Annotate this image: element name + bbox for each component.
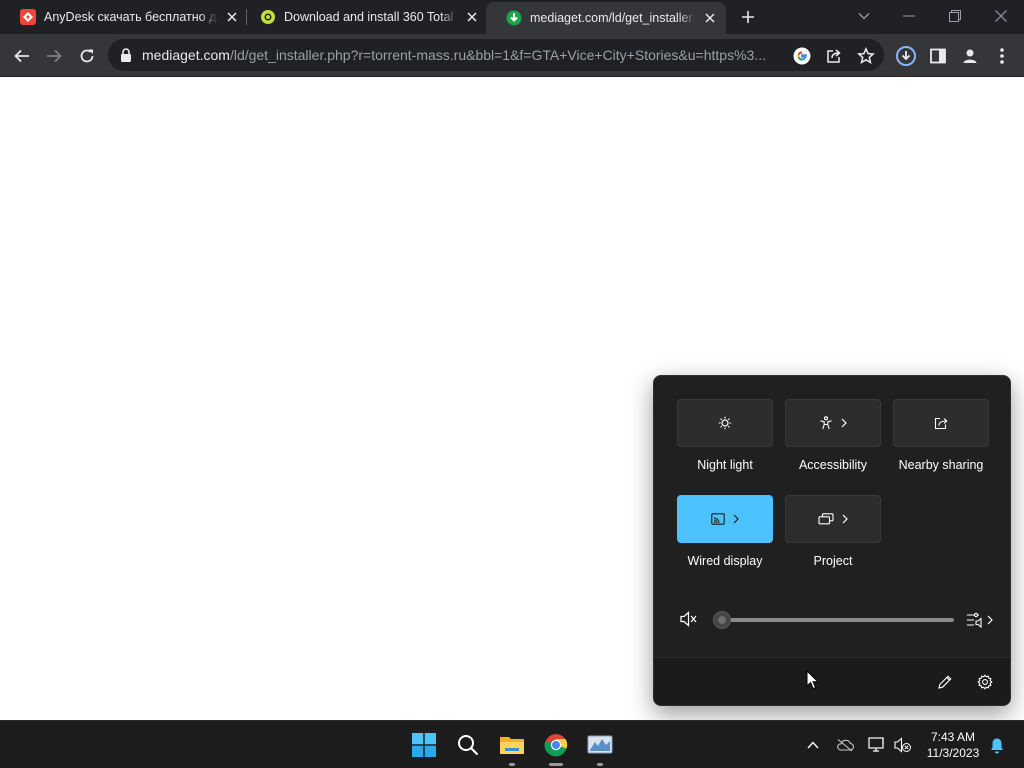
lock-icon[interactable] xyxy=(120,48,132,62)
quick-settings-footer xyxy=(654,657,1010,705)
wired-display-label: Wired display xyxy=(687,554,763,568)
reload-icon xyxy=(80,49,94,63)
profile-icon xyxy=(963,49,977,63)
mouse-cursor-icon xyxy=(806,670,819,690)
chevron-right-icon[interactable] xyxy=(841,418,847,428)
night-light-label: Night light xyxy=(697,458,753,472)
browser-toolbar: mediaget.com/ld/get_installer.php?r=torr… xyxy=(0,34,1024,77)
google-lens-icon[interactable] xyxy=(792,46,812,66)
new-tab-button[interactable] xyxy=(738,7,758,27)
url-path: /ld/get_installer.php?r=torrent-mass.ru&… xyxy=(229,47,766,63)
file-explorer-button[interactable] xyxy=(496,729,528,766)
forward-icon xyxy=(47,49,62,63)
resource-monitor-icon xyxy=(587,735,613,754)
tab-title: AnyDesk скачать бесплатно для xyxy=(44,10,218,24)
close-window-button[interactable] xyxy=(989,5,1013,27)
tab-mediaget[interactable]: mediaget.com/ld/get_installer.ph xyxy=(486,2,726,34)
minimize-button[interactable] xyxy=(897,5,921,27)
mediaget-logo-icon xyxy=(506,10,522,26)
chevron-right-icon[interactable] xyxy=(987,615,993,625)
clock-date: 11/3/2023 xyxy=(926,746,980,760)
project-toggle[interactable] xyxy=(785,495,881,543)
nearby-sharing-icon xyxy=(934,417,948,430)
side-panel-icon xyxy=(930,48,946,64)
windows-start-icon xyxy=(412,733,436,757)
volume-slider-thumb[interactable] xyxy=(713,611,731,629)
file-explorer-icon xyxy=(500,737,524,754)
side-panel-button[interactable] xyxy=(926,44,950,68)
search-icon xyxy=(458,735,479,756)
close-tab-icon[interactable] xyxy=(702,10,718,26)
downloads-button[interactable] xyxy=(894,44,918,68)
nearby-sharing-label: Nearby sharing xyxy=(898,458,984,472)
volume-muted-icon[interactable] xyxy=(893,735,913,755)
anydesk-logo-icon xyxy=(20,9,36,25)
url-text[interactable]: mediaget.com/ld/get_installer.php?r=torr… xyxy=(142,47,782,65)
cast-icon xyxy=(711,513,725,525)
resource-monitor-button[interactable] xyxy=(584,729,616,766)
chevron-right-icon[interactable] xyxy=(842,514,848,524)
show-hidden-icons-chevron[interactable] xyxy=(803,735,823,755)
start-button[interactable] xyxy=(408,729,440,761)
restore-button[interactable] xyxy=(943,5,967,27)
edit-pencil-icon[interactable] xyxy=(937,674,953,690)
tab-search-chevron-icon[interactable] xyxy=(852,5,876,27)
nearby-sharing-toggle[interactable] xyxy=(893,399,989,447)
clock-time: 7:43 AM xyxy=(930,730,976,744)
accessibility-icon xyxy=(820,416,832,430)
profile-button[interactable] xyxy=(958,44,982,68)
taskbar: 7:43 AM 11/3/2023 xyxy=(0,720,1024,768)
accessibility-label: Accessibility xyxy=(798,458,868,472)
back-button[interactable] xyxy=(10,44,34,68)
reload-button[interactable] xyxy=(75,44,99,68)
project-icon xyxy=(818,513,834,525)
bookmark-star-icon[interactable] xyxy=(856,46,876,66)
night-light-icon xyxy=(718,416,732,430)
quick-settings-panel: Night light Accessibility Nearby sharing… xyxy=(653,375,1011,706)
speaker-muted-icon[interactable] xyxy=(680,611,698,627)
chevron-right-icon[interactable] xyxy=(733,514,739,524)
wired-display-toggle[interactable] xyxy=(677,495,773,543)
active-indicator xyxy=(549,763,563,766)
audio-output-icon[interactable] xyxy=(966,612,984,628)
network-icon[interactable] xyxy=(867,735,887,755)
night-light-toggle[interactable] xyxy=(677,399,773,447)
share-icon[interactable] xyxy=(824,46,844,66)
tab-title: Download and install 360 Total S xyxy=(284,10,458,24)
notification-bell-icon[interactable] xyxy=(987,735,1007,755)
tab-anydesk[interactable]: AnyDesk скачать бесплатно для xyxy=(0,0,248,34)
menu-icon xyxy=(1000,48,1004,64)
volume-control xyxy=(654,608,1010,632)
search-button[interactable] xyxy=(452,729,484,761)
tab-title: mediaget.com/ld/get_installer.ph xyxy=(530,11,696,25)
accessibility-toggle[interactable] xyxy=(785,399,881,447)
browser-tab-strip: AnyDesk скачать бесплатно для Download a… xyxy=(0,0,1024,34)
address-bar[interactable]: mediaget.com/ld/get_installer.php?r=torr… xyxy=(108,39,884,71)
back-icon xyxy=(14,49,29,63)
tab-360-total-security[interactable]: Download and install 360 Total S xyxy=(240,0,488,34)
chrome-button[interactable] xyxy=(540,729,572,766)
forward-button[interactable] xyxy=(42,44,66,68)
running-indicator xyxy=(509,763,515,766)
onedrive-cloud-icon[interactable] xyxy=(835,735,855,755)
project-label: Project xyxy=(813,554,853,568)
volume-slider-track[interactable] xyxy=(722,618,954,622)
clock[interactable]: 7:43 AM 11/3/2023 xyxy=(920,729,986,761)
url-host: mediaget.com xyxy=(142,47,230,63)
running-indicator xyxy=(597,763,603,766)
close-tab-icon[interactable] xyxy=(224,9,240,25)
chrome-icon xyxy=(544,734,568,757)
settings-gear-icon[interactable] xyxy=(977,674,993,690)
menu-button[interactable] xyxy=(990,44,1014,68)
downloads-icon xyxy=(896,46,916,66)
360-total-security-logo-icon xyxy=(261,10,275,24)
close-tab-icon[interactable] xyxy=(464,9,480,25)
